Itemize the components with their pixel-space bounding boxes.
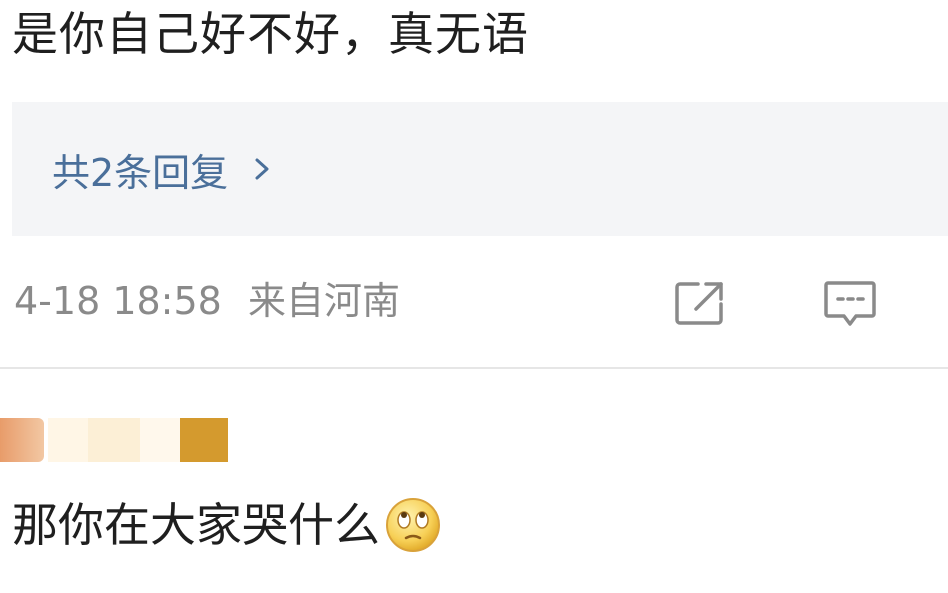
comment-text: 是你自己好不好，真无语 (12, 7, 529, 61)
replies-link[interactable]: 共2条回复 (52, 142, 274, 197)
next-comment-text: 那你在大家哭什么 (12, 498, 380, 552)
eye-roll-emoji-icon (386, 498, 440, 552)
replies-count-label: 共2条回复 (52, 150, 229, 195)
chevron-right-icon (255, 158, 269, 180)
redaction-block (48, 418, 88, 462)
next-comment: 那你在大家哭什么 (12, 494, 442, 556)
comment-meta: 4-18 18:58 来自河南 (14, 276, 400, 326)
redaction-block (140, 418, 180, 462)
divider (0, 367, 948, 369)
location: 来自河南 (247, 279, 400, 323)
timestamp: 4-18 18:58 (14, 279, 222, 323)
username-redacted[interactable] (0, 418, 228, 462)
redaction-block (180, 418, 228, 462)
comment-icon[interactable] (822, 278, 878, 328)
share-icon[interactable] (672, 278, 728, 328)
redaction-block (88, 418, 140, 462)
redaction-block (0, 418, 44, 462)
replies-expander[interactable]: 共2条回复 (12, 102, 948, 236)
